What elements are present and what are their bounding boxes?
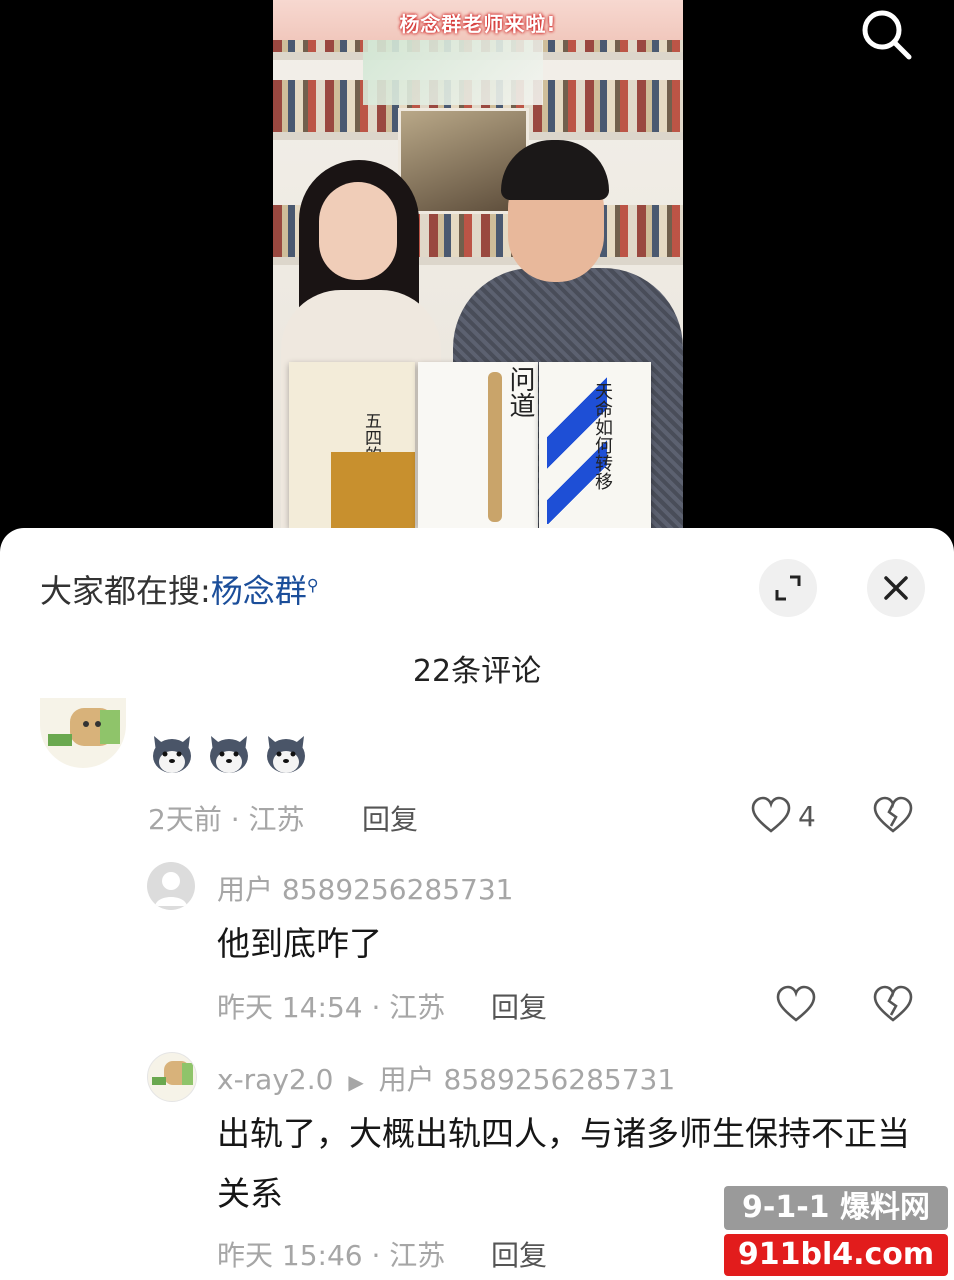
comment-time-location: 2天前 · 江苏 <box>148 803 305 836</box>
book-cover: 天命如何转移 <box>539 362 651 528</box>
reply-to-username[interactable]: 用户 8589256285731 <box>379 1063 676 1096</box>
trending-label: 大家都在搜: <box>40 572 211 610</box>
broken-heart-icon[interactable] <box>873 985 913 1025</box>
husky-emoji-icon <box>153 736 191 773</box>
husky-emoji-icon <box>210 736 249 773</box>
reply-button[interactable]: 回复 <box>491 1234 547 1274</box>
comment-time-location: 昨天 15:46 · 江苏 <box>217 1239 446 1272</box>
video-frame: 杨念群老师来啦! 五四的另一面 问道 天命如何转移 <box>273 0 683 528</box>
search-button[interactable] <box>860 8 914 62</box>
avatar[interactable] <box>147 1052 197 1102</box>
comment-time-location: 昨天 14:54 · 江苏 <box>217 991 446 1024</box>
comment-username[interactable]: x-ray2.0 <box>217 1063 333 1096</box>
broken-heart-icon[interactable] <box>873 796 913 836</box>
watermark-url: 911bl4.com <box>724 1234 948 1276</box>
close-icon <box>884 576 908 600</box>
expand-icon <box>775 575 801 601</box>
heart-icon[interactable] <box>776 985 816 1025</box>
reply-button[interactable]: 回复 <box>362 798 418 838</box>
comment-count: 22条评论 <box>412 654 542 689</box>
heart-icon[interactable] <box>751 796 791 836</box>
book-cover: 问道 <box>418 362 538 528</box>
like-count: 4 <box>798 800 816 833</box>
emoji-comment <box>148 730 314 782</box>
reply-arrow-icon: ▶ <box>348 1070 364 1094</box>
reply-button[interactable]: 回复 <box>491 986 547 1026</box>
trending-keyword[interactable]: 杨念群 <box>211 572 307 610</box>
panda-poster <box>363 30 543 105</box>
husky-emoji-icon <box>267 736 306 773</box>
video-banner: 杨念群老师来啦! <box>273 0 683 40</box>
search-icon <box>862 10 912 60</box>
small-search-icon: ⚲ <box>306 575 319 595</box>
trending-search[interactable]: 大家都在搜:杨念群⚲ <box>40 566 319 612</box>
watermark-logo: 9-1-1 爆料网 <box>724 1186 948 1230</box>
user-placeholder-icon <box>155 872 187 906</box>
book-cover: 五四的另一面 <box>289 362 415 528</box>
expand-button[interactable] <box>759 559 817 617</box>
close-button[interactable] <box>867 559 925 617</box>
default-avatar[interactable] <box>147 862 195 910</box>
comment-username[interactable]: 用户 8589256285731 <box>217 868 514 908</box>
banner-caption: 杨念群老师来啦! <box>399 12 557 36</box>
video-player[interactable]: 杨念群老师来啦! 五四的另一面 问道 天命如何转移 <box>0 0 954 560</box>
comment-text: 他到底咋了 <box>217 924 382 963</box>
reply-thread-header: x-ray2.0 ▶ 用户 8589256285731 <box>217 1058 675 1098</box>
